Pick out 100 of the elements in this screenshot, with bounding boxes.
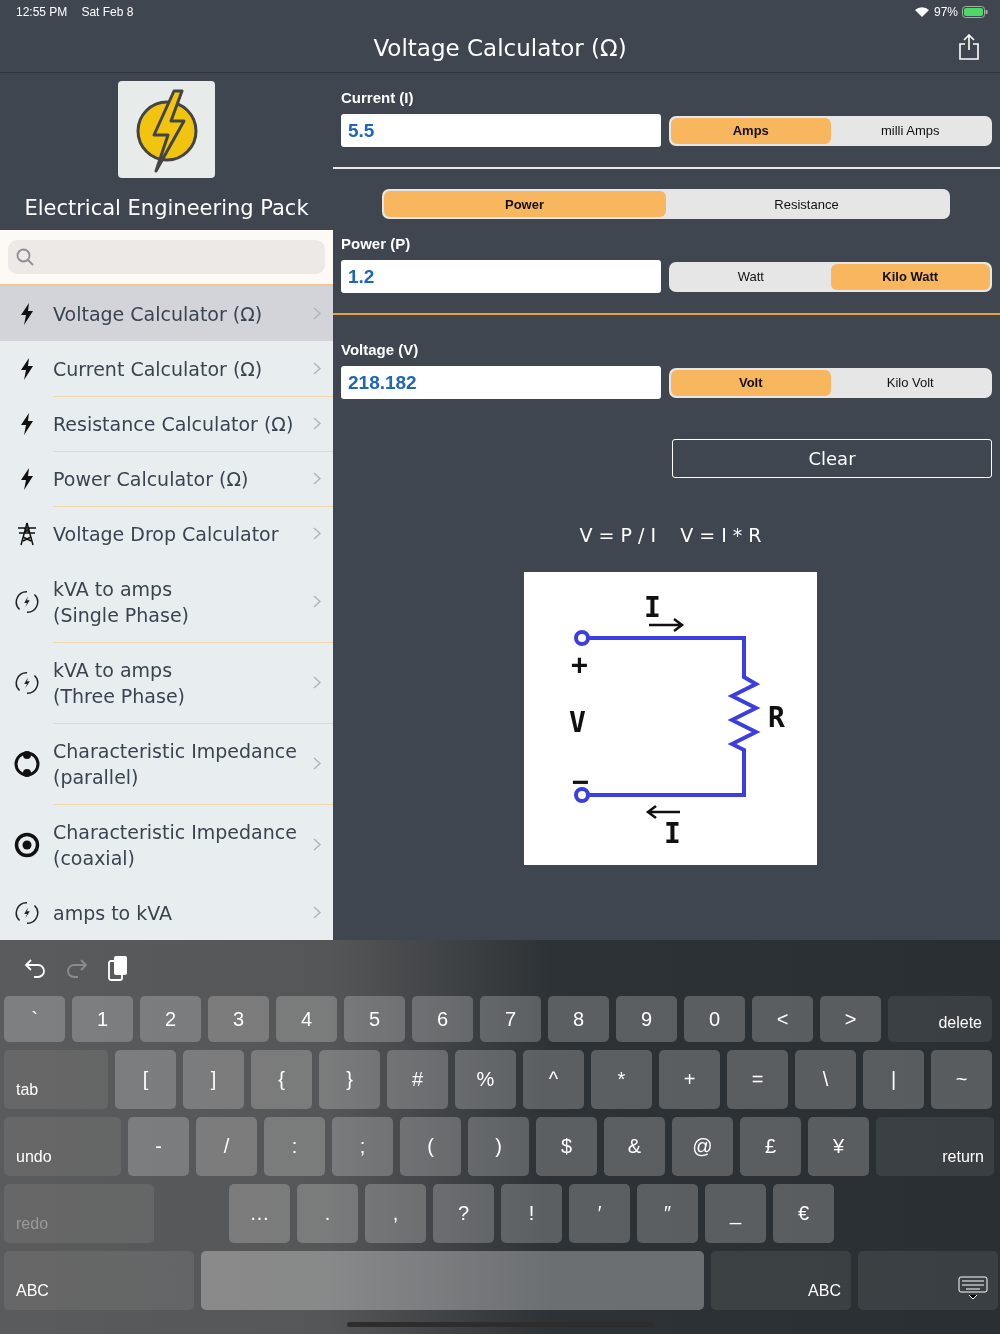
sidebar-item[interactable]: Voltage Calculator (Ω) — [0, 286, 333, 341]
item-label: amps to kVA — [53, 900, 174, 926]
keyboard-key[interactable]: ″ — [637, 1184, 698, 1243]
keyboard-key[interactable]: ; — [332, 1117, 393, 1176]
keyboard-key[interactable]: 0 — [684, 996, 745, 1042]
keyboard-key[interactable]: $ — [536, 1117, 597, 1176]
keyboard-key[interactable]: 2 — [140, 996, 201, 1042]
keyboard-key[interactable]: + — [659, 1050, 720, 1109]
segment-option[interactable]: Kilo Watt — [830, 263, 990, 290]
keyboard-key[interactable]: 8 — [548, 996, 609, 1042]
power-tower-icon — [16, 521, 38, 546]
input-field[interactable]: 218.182 — [341, 366, 661, 399]
keyboard-key[interactable]: ] — [183, 1050, 244, 1109]
hide-keyboard-key[interactable] — [858, 1251, 998, 1310]
keyboard-key[interactable]: ! — [501, 1184, 562, 1243]
keyboard-key[interactable]: 7 — [480, 996, 541, 1042]
segment-option[interactable]: Resistance — [665, 191, 948, 217]
circuit-label: R — [768, 701, 785, 734]
keyboard-key[interactable]: * — [591, 1050, 652, 1109]
chevron-right-icon — [313, 417, 321, 430]
keyboard-key[interactable]: 5 — [344, 996, 405, 1042]
battery-percent: 97% — [933, 5, 958, 19]
keyboard-icon — [958, 1276, 988, 1300]
battery-icon — [962, 6, 988, 18]
keyboard-key[interactable]: 9 — [616, 996, 677, 1042]
target-icon — [14, 831, 40, 858]
keyboard-key[interactable]: # — [387, 1050, 448, 1109]
keyboard-key[interactable]: | — [863, 1050, 924, 1109]
clear-button[interactable]: Clear — [672, 439, 992, 478]
keyboard-key[interactable]: . — [297, 1184, 358, 1243]
keyboard-key[interactable]: [ — [115, 1050, 176, 1109]
keyboard-key[interactable]: ( — [400, 1117, 461, 1176]
keyboard-key[interactable]: ¥ — [808, 1117, 869, 1176]
item-label: Current Calculator (Ω) — [53, 356, 264, 382]
circuit-label: I — [664, 817, 681, 850]
lightning-bolt-icon — [20, 357, 34, 380]
keyboard-key[interactable]: ~ — [931, 1050, 992, 1109]
item-label: kVA to amps (Three Phase) — [53, 657, 187, 709]
chevron-right-icon — [313, 527, 321, 540]
chevron-right-icon — [313, 472, 321, 485]
keyboard-key[interactable]: _ — [705, 1184, 766, 1243]
keyboard-key[interactable]: tab — [4, 1050, 108, 1109]
keyboard-key[interactable]: ? — [433, 1184, 494, 1243]
keyboard-key[interactable]: ′ — [569, 1184, 630, 1243]
keyboard-key[interactable]: ^ — [523, 1050, 584, 1109]
input-field[interactable]: 1.2 — [341, 260, 661, 293]
keyboard-key[interactable]: 3 — [208, 996, 269, 1042]
input-field[interactable]: 5.5 — [341, 114, 661, 147]
keyboard-key[interactable]: @ — [672, 1117, 733, 1176]
keyboard-key[interactable]: : — [264, 1117, 325, 1176]
status-time: 12:55 PM — [16, 5, 68, 19]
keyboard-key[interactable]: > — [820, 996, 881, 1042]
chevron-right-icon — [313, 676, 321, 689]
chevron-right-icon — [313, 757, 321, 770]
keyboard-key[interactable]: ABC — [711, 1251, 851, 1310]
keyboard-key[interactable]: 4 — [276, 996, 337, 1042]
nav-title: Voltage Calculator (Ω) — [373, 35, 627, 61]
segment-option[interactable]: Kilo Volt — [830, 369, 990, 396]
keyboard-key[interactable]: undo — [4, 1117, 121, 1176]
lightning-bolt-icon — [20, 412, 34, 435]
formula-text: V = P / I V = I * R — [579, 524, 762, 546]
keyboard-key[interactable]: 6 — [412, 996, 473, 1042]
keyboard-key[interactable]: return — [876, 1117, 994, 1176]
redo-icon — [66, 958, 88, 978]
share-button[interactable] — [956, 34, 982, 62]
keyboard-key[interactable]: = — [727, 1050, 788, 1109]
keyboard-key[interactable]: 1 — [72, 996, 133, 1042]
two-dot-circle-icon — [14, 750, 40, 777]
segment-option[interactable]: Amps — [671, 117, 831, 144]
item-label: Voltage Drop Calculator — [53, 521, 280, 547]
search-field[interactable] — [8, 240, 325, 274]
toolbar-button[interactable] — [108, 955, 128, 981]
keyboard-key[interactable]: £ — [740, 1117, 801, 1176]
segment-option[interactable]: Volt — [671, 369, 831, 396]
circuit-label: I — [644, 591, 661, 624]
keyboard-key[interactable]: < — [752, 996, 813, 1042]
item-label: Power Calculator (Ω) — [53, 466, 250, 492]
keyboard-key[interactable]: } — [319, 1050, 380, 1109]
keyboard-key[interactable]: ` — [4, 996, 65, 1042]
keyboard-key[interactable]: % — [455, 1050, 516, 1109]
keyboard-key[interactable]: & — [604, 1117, 665, 1176]
chevron-right-icon — [313, 362, 321, 375]
item-label: Voltage Calculator (Ω) — [53, 301, 264, 327]
arrow-right-icon — [647, 617, 685, 633]
segment-option[interactable]: Watt — [671, 263, 831, 290]
arrow-left-icon — [645, 804, 682, 820]
keyboard-key[interactable]: ABC — [4, 1251, 194, 1310]
segment-option[interactable]: milli Amps — [830, 117, 990, 144]
segment-option[interactable]: Power — [383, 191, 666, 217]
keyboard-key[interactable]: € — [773, 1184, 834, 1243]
keyboard-key[interactable]: \ — [795, 1050, 856, 1109]
item-label: Resistance Calculator (Ω) — [53, 411, 295, 437]
keyboard-key[interactable]: - — [128, 1117, 189, 1176]
keyboard-key[interactable]: / — [196, 1117, 257, 1176]
keyboard-key[interactable]: ) — [468, 1117, 529, 1176]
keyboard-key[interactable]: … — [229, 1184, 290, 1243]
keyboard-key[interactable]: , — [365, 1184, 426, 1243]
keyboard-key[interactable]: { — [251, 1050, 312, 1109]
item-label: Characteristic Impedance (parallel) — [53, 738, 298, 790]
keyboard-key[interactable]: delete — [888, 996, 992, 1042]
